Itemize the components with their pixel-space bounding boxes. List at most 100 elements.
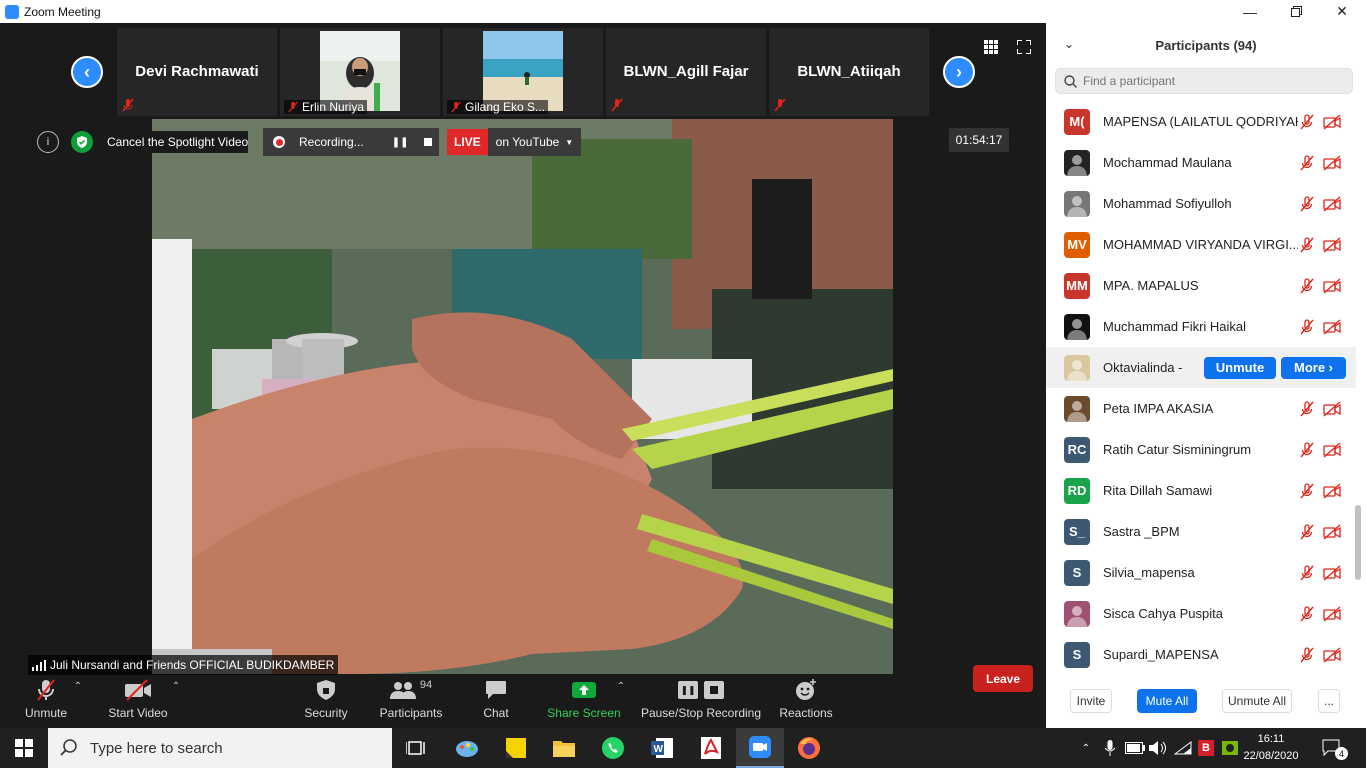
participant-row[interactable]: Oktavialinda - Unmute More › bbox=[1046, 347, 1356, 388]
tray-battery[interactable] bbox=[1124, 728, 1146, 768]
audio-options-caret[interactable]: ⌃ bbox=[72, 675, 84, 728]
collapse-panel-button[interactable]: ⌄ bbox=[1064, 37, 1074, 51]
participant-row[interactable]: M(MAPENSA (LAILATUL QODRIYAH) bbox=[1046, 101, 1356, 142]
participants-button[interactable]: 94 Participants bbox=[378, 675, 444, 728]
taskbar-app-file-explorer[interactable] bbox=[540, 728, 588, 768]
stop-recording-button[interactable] bbox=[424, 138, 433, 146]
video-thumbnail[interactable]: BLWN_Agill Fajar bbox=[606, 28, 766, 116]
recording-status: Recording... bbox=[299, 135, 364, 149]
avatar bbox=[1064, 149, 1090, 176]
tray-b-app[interactable]: B bbox=[1196, 728, 1216, 768]
start-video-button[interactable]: Start Video bbox=[104, 675, 172, 728]
pause-icon: ❚❚ bbox=[678, 681, 698, 699]
taskbar-search[interactable]: Type here to search bbox=[48, 728, 392, 768]
start-video-label: Start Video bbox=[108, 706, 168, 720]
tray-gpu[interactable] bbox=[1220, 728, 1240, 768]
cancel-spotlight-link[interactable]: Cancel the Spotlight Video bbox=[107, 131, 249, 153]
chat-icon bbox=[486, 681, 506, 699]
participant-search-input[interactable] bbox=[1083, 74, 1343, 88]
taskbar-app-word[interactable]: W bbox=[638, 728, 686, 768]
reactions-button[interactable]: Reactions bbox=[776, 675, 836, 728]
unmute-all-button[interactable]: Unmute All bbox=[1222, 689, 1292, 713]
tray-mic[interactable] bbox=[1100, 728, 1120, 768]
stop-icon bbox=[704, 681, 724, 699]
tray-wifi[interactable] bbox=[1172, 728, 1194, 768]
taskbar-app-firefox[interactable] bbox=[785, 728, 833, 768]
participant-more-button[interactable]: More › bbox=[1281, 356, 1346, 379]
participant-row[interactable]: S Supardi_MAPENSA bbox=[1046, 634, 1356, 675]
zoom-app-icon bbox=[749, 736, 771, 758]
meeting-area: ‹ Devi Rachmawati Erlin Nuriya Gilang Ek… bbox=[0, 23, 1046, 728]
participant-row[interactable]: MV MOHAMMAD VIRYANDA VIRGI... bbox=[1046, 224, 1356, 265]
gallery-view-button[interactable] bbox=[980, 36, 1002, 58]
participant-row[interactable]: Sisca Cahya Puspita bbox=[1046, 593, 1356, 634]
participant-row[interactable]: Muchammad Fikri Haikal bbox=[1046, 306, 1356, 347]
muted-mic-icon bbox=[1299, 646, 1315, 663]
signal-strength-icon bbox=[32, 659, 46, 671]
taskbar-app-acrobat[interactable] bbox=[687, 728, 735, 768]
live-indicator[interactable]: LIVE on YouTube ▼ bbox=[447, 128, 582, 156]
participant-name: Muchammad Fikri Haikal bbox=[1103, 319, 1247, 334]
participant-search[interactable] bbox=[1055, 68, 1353, 94]
share-options-caret[interactable]: ⌃ bbox=[615, 675, 627, 728]
participants-icon bbox=[389, 682, 416, 699]
video-options-caret[interactable]: ⌃ bbox=[170, 675, 182, 728]
taskbar-app-sticky-notes[interactable] bbox=[492, 728, 540, 768]
participant-row[interactable]: Mochammad Maulana bbox=[1046, 142, 1356, 183]
taskbar-app-zoom[interactable] bbox=[736, 728, 784, 768]
minimize-button[interactable]: — bbox=[1227, 0, 1273, 23]
close-button[interactable]: ✕ bbox=[1319, 0, 1365, 23]
task-view-button[interactable] bbox=[392, 728, 440, 768]
pause-recording-button[interactable]: ❚❚ bbox=[392, 137, 409, 148]
search-icon bbox=[60, 739, 77, 756]
taskbar-clock[interactable]: 16:11 22/08/2020 bbox=[1242, 731, 1300, 765]
muted-mic-icon bbox=[1299, 400, 1315, 417]
action-center-button[interactable]: 4 bbox=[1318, 728, 1348, 768]
taskbar-app-whatsapp[interactable] bbox=[589, 728, 637, 768]
chat-button[interactable]: Chat bbox=[476, 675, 516, 728]
participant-name: Silvia_mapensa bbox=[1103, 565, 1195, 580]
participant-list-scrollbar[interactable] bbox=[1355, 505, 1361, 580]
encryption-shield-icon[interactable] bbox=[71, 131, 93, 153]
participant-unmute-button[interactable]: Unmute bbox=[1204, 356, 1276, 379]
share-screen-button[interactable]: Share Screen bbox=[546, 675, 622, 728]
invite-button[interactable]: Invite bbox=[1070, 689, 1112, 713]
security-button[interactable]: Security bbox=[298, 675, 354, 728]
maximize-button[interactable] bbox=[1273, 0, 1319, 23]
participant-row[interactable]: RD Rita Dillah Samawi bbox=[1046, 470, 1356, 511]
thumbnail-name: BLWN_Atiiqah bbox=[797, 63, 901, 80]
participants-panel: ⌄ Participants (94) M(MAPENSA (LAILATUL … bbox=[1046, 23, 1366, 728]
restore-icon bbox=[1290, 6, 1302, 17]
participant-row[interactable]: Peta IMPA AKASIA bbox=[1046, 388, 1356, 429]
caret-up-icon: ⌃ bbox=[616, 681, 626, 692]
thumbnail-name: BLWN_Agill Fajar bbox=[623, 63, 749, 80]
folder-icon bbox=[553, 741, 575, 757]
participant-row[interactable]: S_ Sastra _BPM bbox=[1046, 511, 1356, 552]
participant-row[interactable]: Mohammad Sofiyulloh bbox=[1046, 183, 1356, 224]
taskbar-app-paint[interactable] bbox=[443, 728, 491, 768]
participant-row[interactable]: RC Ratih Catur Sisminingrum bbox=[1046, 429, 1356, 470]
tray-volume[interactable] bbox=[1148, 728, 1168, 768]
next-page-button[interactable]: › bbox=[943, 56, 975, 88]
participant-row[interactable]: MM MPA. MAPALUS bbox=[1046, 265, 1356, 306]
mute-all-button[interactable]: Mute All bbox=[1137, 689, 1197, 713]
video-thumbnail[interactable]: Devi Rachmawati bbox=[117, 28, 277, 116]
window-title: Zoom Meeting bbox=[24, 4, 101, 19]
leave-button[interactable]: Leave bbox=[973, 665, 1033, 692]
video-thumbnail[interactable]: Gilang Eko S... bbox=[443, 28, 603, 116]
avatar bbox=[1064, 190, 1090, 217]
meeting-banner: i Cancel the Spotlight Video bbox=[37, 128, 249, 156]
video-thumbnail[interactable]: BLWN_Atiiqah bbox=[769, 28, 929, 116]
start-button[interactable] bbox=[0, 728, 48, 768]
unmute-button[interactable]: Unmute bbox=[20, 675, 72, 728]
info-icon[interactable]: i bbox=[37, 131, 59, 153]
participant-row[interactable]: S Silvia_mapensa bbox=[1046, 552, 1356, 593]
fullscreen-button[interactable] bbox=[1013, 36, 1035, 58]
clock-time: 16:11 bbox=[1257, 733, 1285, 745]
prev-page-button[interactable]: ‹ bbox=[71, 56, 103, 88]
video-thumbnail[interactable]: Erlin Nuriya bbox=[280, 28, 440, 116]
pause-stop-recording-button[interactable]: ❚❚ Pause/Stop Recording bbox=[640, 675, 762, 728]
muted-mic-icon bbox=[1299, 113, 1315, 130]
more-options-button[interactable]: ... bbox=[1318, 689, 1340, 713]
show-hidden-icons[interactable]: ⌃ bbox=[1078, 728, 1094, 768]
